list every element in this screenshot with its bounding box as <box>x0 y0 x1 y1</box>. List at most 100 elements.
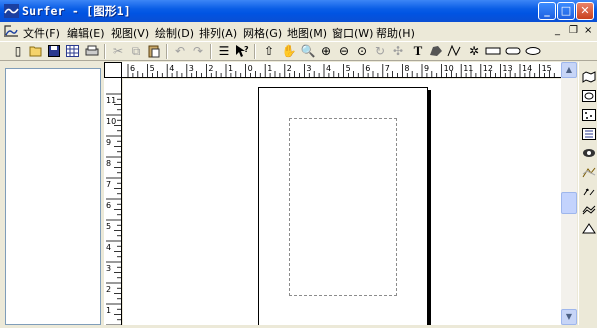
zoom-out-icon[interactable]: ⊖ <box>336 43 352 59</box>
cut-icon[interactable]: ✂ <box>110 43 126 59</box>
ruler-left-label: 8 <box>106 159 111 168</box>
shaded-relief-map-icon[interactable] <box>581 165 596 179</box>
ruler-top-label: 2 <box>287 64 292 73</box>
ruler-top-label: 10 <box>444 64 454 73</box>
ruler-top-label: 1 <box>228 64 233 73</box>
ruler-top-label: 2 <box>208 64 213 73</box>
ruler-top-label: 3 <box>306 64 311 73</box>
mdi-close-button[interactable]: × <box>584 25 592 36</box>
scroll-thumb[interactable] <box>561 192 577 214</box>
ruler-top-label: 8 <box>404 64 409 73</box>
svg-text:?: ? <box>244 45 249 54</box>
ruler-top-label: 9 <box>424 64 429 73</box>
redo-icon[interactable]: ↷ <box>190 43 206 59</box>
vertical-ruler: 11109876543210 <box>104 78 122 328</box>
menu-view[interactable]: 视图(V) <box>111 25 149 41</box>
ruler-top-label: 4 <box>326 64 331 73</box>
menu-draw[interactable]: 绘制(D) <box>155 25 194 41</box>
undo-icon[interactable]: ↶ <box>172 43 188 59</box>
page-margin-outline <box>289 118 397 296</box>
map-toolbar <box>578 62 597 325</box>
rounded-rectangle-tool-icon[interactable] <box>505 43 521 59</box>
print-icon[interactable] <box>84 43 100 59</box>
mdi-restore-button[interactable]: ❐ <box>569 25 578 36</box>
ruler-left-label: 1 <box>106 306 111 315</box>
horizontal-ruler: 6 5 4 3 2 1 0 1 2 3 4 5 6 7 8 9 10 11 12 13 14 15 <box>104 62 562 78</box>
menu-window[interactable]: 窗口(W) <box>332 25 373 41</box>
copy-icon[interactable]: ⧉ <box>128 43 144 59</box>
base-map-icon[interactable] <box>581 70 596 84</box>
zoom-page-icon[interactable]: ⊙ <box>354 43 370 59</box>
ruler-top-label: 15 <box>542 64 552 73</box>
polyline-tool-icon[interactable] <box>446 43 462 59</box>
ruler-top-label: 5 <box>150 64 155 73</box>
title-bar[interactable]: Surfer - [图形1] _ □ ✕ <box>0 0 597 22</box>
polygon-tool-icon[interactable] <box>428 43 444 59</box>
object-manager-list[interactable] <box>5 68 101 325</box>
ellipse-tool-icon[interactable] <box>525 43 541 59</box>
worksheet-icon[interactable] <box>64 43 80 59</box>
ruler-left-label: 5 <box>106 222 111 231</box>
open-folder-icon[interactable] <box>28 43 44 59</box>
context-help-icon[interactable]: ? <box>234 43 250 59</box>
ruler-left-label: 3 <box>106 264 111 273</box>
ruler-left-label: 2 <box>106 285 111 294</box>
menu-arrange[interactable]: 排列(A) <box>199 25 237 41</box>
menu-file[interactable]: 文件(F) <box>23 25 60 41</box>
menu-help[interactable]: 帮助(H) <box>376 25 415 41</box>
ruler-top-label: 11 <box>463 64 473 73</box>
scroll-up-button[interactable]: ▲ <box>561 62 577 78</box>
plot-canvas[interactable] <box>123 79 561 325</box>
new-file-icon[interactable]: ▯ <box>10 43 26 59</box>
ruler-top-label: 0 <box>248 64 253 73</box>
ruler-left-label: 9 <box>106 138 111 147</box>
ruler-corner <box>104 62 122 78</box>
document-icon[interactable] <box>3 24 19 38</box>
vertical-scrollbar[interactable]: ▲ ▼ <box>561 62 577 325</box>
select-arrow-icon[interactable]: ⇧ <box>261 43 277 59</box>
surfer-app-icon <box>4 4 19 18</box>
minimize-button[interactable]: _ <box>538 2 556 20</box>
menu-bar: 文件(F) 编辑(E) 视图(V) 绘制(D) 排列(A) 网格(G) 地图(M… <box>0 22 597 41</box>
object-manager-icon[interactable]: ☰ <box>216 43 232 59</box>
menu-grid[interactable]: 网格(G) <box>243 25 282 41</box>
object-manager-panel <box>0 62 102 325</box>
reshape-icon[interactable]: ✣ <box>390 43 406 59</box>
surface-icon[interactable] <box>581 222 596 236</box>
zoom-rectangle-icon[interactable]: 🔍 <box>300 43 316 59</box>
ruler-top-label: 4 <box>169 64 174 73</box>
ruler-top-label: 6 <box>365 64 370 73</box>
classed-post-map-icon[interactable] <box>581 127 596 141</box>
ruler-top-label: 7 <box>385 64 390 73</box>
text-tool-icon[interactable]: T <box>410 43 426 59</box>
zoom-in-icon[interactable]: ⊕ <box>318 43 334 59</box>
mdi-minimize-button[interactable]: _ <box>555 25 560 36</box>
wireframe-icon[interactable] <box>581 203 596 217</box>
post-map-icon[interactable] <box>581 108 596 122</box>
ruler-top-label: 13 <box>502 64 512 73</box>
window-title: Surfer - [图形1] <box>22 4 131 18</box>
rectangle-tool-icon[interactable] <box>485 43 501 59</box>
ruler-top-label: 14 <box>522 64 532 73</box>
ruler-top-label: 1 <box>267 64 272 73</box>
toolbar: ▯ ✂ ⧉ ↶ ↷ ☰ ? ⇧ ✋ 🔍 ⊕ ⊖ ⊙ ↻ ✣ T ✲ <box>0 41 597 61</box>
ruler-top-label: 6 <box>130 64 135 73</box>
contour-map-icon[interactable] <box>581 89 596 103</box>
scroll-down-button[interactable]: ▼ <box>561 309 577 325</box>
save-icon[interactable] <box>46 43 62 59</box>
menu-edit[interactable]: 编辑(E) <box>67 25 105 41</box>
ruler-left-label: 6 <box>106 201 111 210</box>
vector-map-icon[interactable] <box>581 184 596 198</box>
pan-hand-icon[interactable]: ✋ <box>281 43 297 59</box>
maximize-button[interactable]: □ <box>557 2 575 20</box>
ruler-top-label: 3 <box>189 64 194 73</box>
ruler-top-label: 12 <box>483 64 493 73</box>
menu-map[interactable]: 地图(M) <box>287 25 327 41</box>
paste-icon[interactable] <box>146 43 162 59</box>
ruler-top-label: 5 <box>346 64 351 73</box>
symbol-tool-icon[interactable]: ✲ <box>466 43 482 59</box>
rotate-icon[interactable]: ↻ <box>372 43 388 59</box>
ruler-left-label: 10 <box>106 117 116 126</box>
close-button[interactable]: ✕ <box>576 2 594 20</box>
image-map-icon[interactable] <box>581 146 596 160</box>
